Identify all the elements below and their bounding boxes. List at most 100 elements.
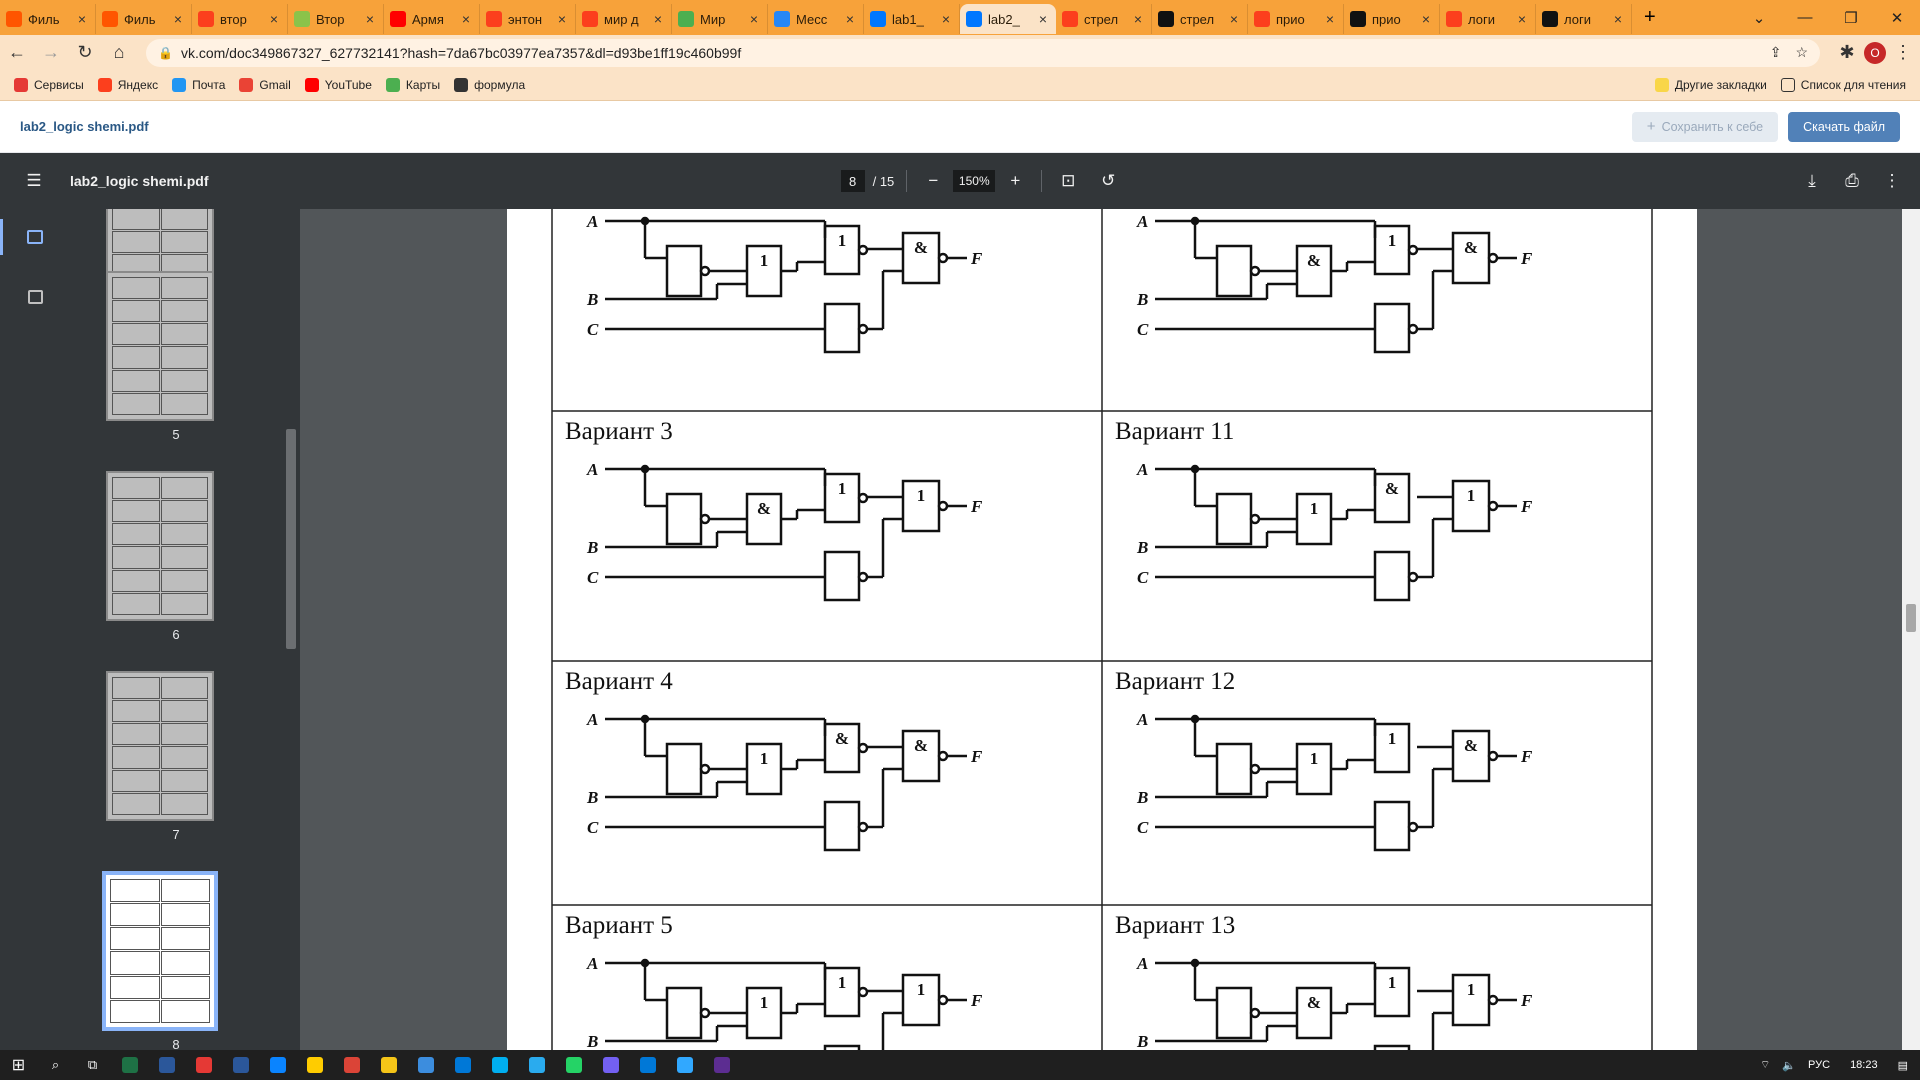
browser-tab[interactable]: Мир ×	[672, 4, 768, 34]
bookmark-item[interactable]: Почта	[172, 78, 225, 92]
browser-tab[interactable]: Втор ×	[288, 4, 384, 34]
volume-icon[interactable]: 🔈	[1782, 1059, 1796, 1072]
profile-avatar[interactable]: O	[1864, 41, 1886, 64]
close-window-icon[interactable]: ✕	[1874, 9, 1920, 27]
page-number-input[interactable]: 8	[840, 170, 865, 192]
start-windows-icon[interactable]: ⊞	[0, 1050, 37, 1080]
zoom-in-icon[interactable]: +	[995, 171, 1035, 191]
download-icon[interactable]: ⤓	[1792, 171, 1832, 191]
close-icon[interactable]: ×	[1611, 11, 1625, 27]
extensions-puzzle-icon[interactable]: ✱	[1830, 42, 1864, 63]
notifications-icon[interactable]: ▤	[1898, 1059, 1908, 1072]
browser-tab[interactable]: стрел ×	[1152, 4, 1248, 34]
zoom-out-icon[interactable]: −	[913, 171, 953, 191]
taskbar-app-icon[interactable]	[185, 1050, 222, 1080]
browser-tab[interactable]: втор ×	[192, 4, 288, 34]
taskbar-app-icon[interactable]	[370, 1050, 407, 1080]
browser-tab[interactable]: стрел ×	[1056, 4, 1152, 34]
taskbar-app-icon[interactable]	[666, 1050, 703, 1080]
browser-tab[interactable]: lab1_ ×	[864, 4, 960, 34]
bookmark-item[interactable]: Карты	[385, 78, 440, 92]
taskbar-app-icon[interactable]	[703, 1050, 740, 1080]
reload-icon[interactable]: ↻	[68, 42, 102, 63]
close-icon[interactable]: ×	[363, 11, 377, 27]
rotate-icon[interactable]: ↺	[1088, 171, 1128, 191]
bookmark-item[interactable]: Gmail	[239, 78, 291, 92]
reading-list[interactable]: Список для чтения	[1780, 78, 1906, 92]
close-icon[interactable]: ×	[1515, 11, 1529, 27]
thumbnails-scrollbar[interactable]	[282, 209, 300, 1050]
browser-tab[interactable]: прио ×	[1344, 4, 1440, 34]
search-icon[interactable]: ⌕	[37, 1050, 74, 1080]
taskbar-app-icon[interactable]	[259, 1050, 296, 1080]
taskbar-app-icon[interactable]	[111, 1050, 148, 1080]
page-scrollbar[interactable]	[1902, 209, 1920, 1050]
taskbar-app-icon[interactable]	[518, 1050, 555, 1080]
bookmark-star-icon[interactable]: ☆	[1795, 44, 1808, 61]
close-icon[interactable]: ×	[171, 11, 185, 27]
taskbar-app-icon[interactable]	[407, 1050, 444, 1080]
outline-view-button[interactable]	[0, 279, 70, 315]
other-bookmarks[interactable]: Другие закладки	[1654, 78, 1767, 92]
bookmark-item[interactable]: Сервисы	[14, 78, 84, 92]
clock[interactable]: 18:23	[1850, 1059, 1878, 1071]
close-icon[interactable]: ×	[747, 11, 761, 27]
language-indicator[interactable]: РУС	[1808, 1059, 1830, 1071]
forward-arrow-icon[interactable]: →	[34, 42, 68, 63]
close-icon[interactable]: ×	[1036, 11, 1050, 27]
taskbar-app-icon[interactable]	[444, 1050, 481, 1080]
download-file-button[interactable]: Скачать файл	[1788, 111, 1900, 142]
close-icon[interactable]: ×	[1131, 11, 1145, 27]
close-icon[interactable]: ×	[939, 11, 953, 27]
back-arrow-icon[interactable]: ←	[0, 42, 34, 63]
browser-tab[interactable]: lab2_ ×	[960, 4, 1056, 34]
close-icon[interactable]: ×	[1419, 11, 1433, 27]
restore-icon[interactable]: ❐	[1828, 9, 1874, 27]
taskbar-app-icon[interactable]	[296, 1050, 333, 1080]
close-icon[interactable]: ×	[555, 11, 569, 27]
taskbar-app-icon[interactable]	[222, 1050, 259, 1080]
share-icon[interactable]: ⇪	[1770, 44, 1782, 61]
page-thumbnail[interactable]	[106, 471, 214, 621]
browser-tab[interactable]: Месс ×	[768, 4, 864, 34]
bookmark-item[interactable]: YouTube	[304, 78, 372, 92]
close-icon[interactable]: ×	[267, 11, 281, 27]
taskbar-app-icon[interactable]	[592, 1050, 629, 1080]
network-icon[interactable]: ⌔	[1760, 1058, 1770, 1072]
tab-search-chevron-icon[interactable]: ⌄	[1736, 9, 1782, 27]
print-icon[interactable]: ⎙	[1832, 171, 1872, 191]
close-icon[interactable]: ×	[1227, 11, 1241, 27]
save-to-self-button[interactable]: + Сохранить к себе	[1631, 111, 1779, 142]
browser-tab[interactable]: логи ×	[1440, 4, 1536, 34]
home-icon[interactable]: ⌂	[102, 42, 136, 63]
page-thumbnail[interactable]	[102, 871, 218, 1031]
lock-icon[interactable]: 🔒	[158, 46, 173, 60]
zoom-level-input[interactable]: 150%	[953, 170, 996, 192]
close-icon[interactable]: ×	[843, 11, 857, 27]
fit-page-icon[interactable]: ⊡	[1048, 171, 1088, 191]
taskbar-app-icon[interactable]	[148, 1050, 185, 1080]
taskbar-app-icon[interactable]	[481, 1050, 518, 1080]
browser-tab[interactable]: логи ×	[1536, 4, 1632, 34]
task-view-icon[interactable]: ⧉	[74, 1050, 111, 1080]
taskbar-app-icon[interactable]	[555, 1050, 592, 1080]
bookmark-item[interactable]: формула	[454, 78, 525, 92]
browser-tab[interactable]: Армя ×	[384, 4, 480, 34]
new-tab-button[interactable]: +	[1644, 6, 1736, 29]
taskbar-app-icon[interactable]	[629, 1050, 666, 1080]
close-icon[interactable]: ×	[651, 11, 665, 27]
thumbnails-view-button[interactable]	[0, 219, 70, 255]
browser-tab[interactable]: Филь ×	[96, 4, 192, 34]
close-icon[interactable]: ×	[75, 11, 89, 27]
browser-tab[interactable]: энтон ×	[480, 4, 576, 34]
taskbar-app-icon[interactable]	[333, 1050, 370, 1080]
close-icon[interactable]: ×	[1323, 11, 1337, 27]
browser-tab[interactable]: прио ×	[1248, 4, 1344, 34]
minimize-icon[interactable]: —	[1782, 9, 1828, 26]
browser-tab[interactable]: Филь ×	[0, 4, 96, 34]
browser-tab[interactable]: мир д ×	[576, 4, 672, 34]
close-icon[interactable]: ×	[459, 11, 473, 27]
page-thumbnail[interactable]	[106, 671, 214, 821]
page-thumbnail[interactable]	[106, 271, 214, 421]
url-bar[interactable]: 🔒 vk.com/doc349867327_627732141?hash=7da…	[146, 38, 1820, 67]
